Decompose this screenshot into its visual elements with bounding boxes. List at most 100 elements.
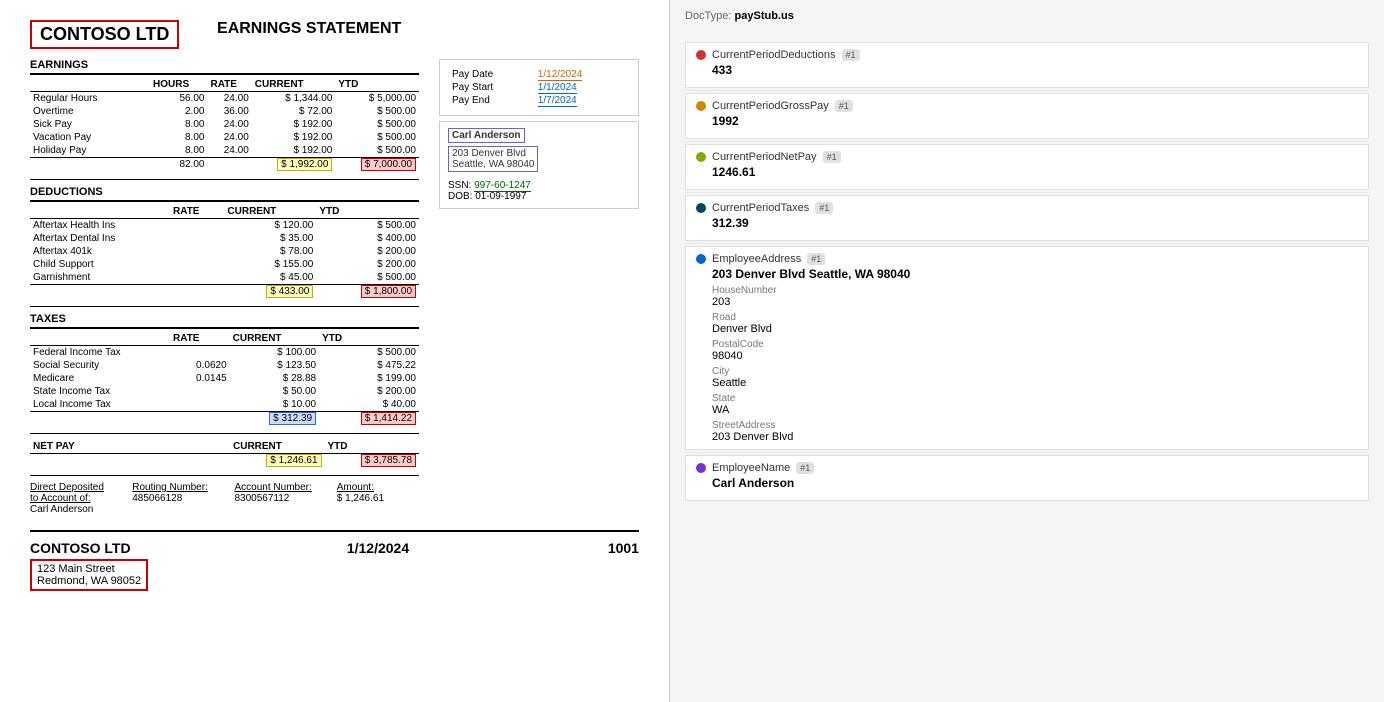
dd-label: Direct Deposited to Account of:	[30, 482, 112, 504]
bottom-street: 123 Main Street	[37, 563, 141, 575]
table-row: Holiday Pay 8.00 24.00 $ 192.00 $ 500.00	[30, 144, 419, 158]
deductions-table: RATE CURRENT YTD Aftertax Health Ins $ 1…	[30, 205, 419, 298]
table-row: Vacation Pay 8.00 24.00 $ 192.00 $ 500.0…	[30, 131, 419, 144]
pay-date-value: 1/12/2024	[538, 69, 583, 81]
field-value-employee-name: Carl Anderson	[696, 476, 1358, 490]
table-row: Aftertax Dental Ins $ 35.00 $ 400.00	[30, 232, 419, 245]
sub-field-street-address: StreetAddress 203 Denver Blvd	[696, 420, 1358, 443]
table-row: Garnishment $ 45.00 $ 500.00	[30, 271, 419, 285]
employee-name: Carl Anderson	[448, 128, 525, 143]
table-row: Aftertax 401k $ 78.00 $ 200.00	[30, 245, 419, 258]
field-dot-taxes	[696, 203, 706, 213]
table-row: Social Security 0.0620 $ 123.50 $ 475.22	[30, 359, 419, 372]
earnings-title: EARNINGS STATEMENT	[179, 20, 439, 38]
bottom-company-name: CONTOSO LTD	[30, 540, 148, 556]
direct-deposit-section: Direct Deposited to Account of: Carl And…	[30, 475, 419, 515]
field-dot-gross-pay	[696, 101, 706, 111]
field-badge-address: #1	[807, 253, 825, 265]
pay-date-label: Pay Date	[450, 68, 536, 81]
pay-end-value: 1/7/2024	[538, 95, 577, 107]
table-row: Child Support $ 155.00 $ 200.00	[30, 258, 419, 271]
employee-address: 203 Denver BlvdSeattle, WA 98040	[448, 146, 538, 172]
field-label-taxes: CurrentPeriodTaxes	[712, 202, 809, 214]
taxes-total-row: $ 312.39 $ 1,414.22	[30, 412, 419, 426]
field-dot-deductions	[696, 50, 706, 60]
table-row: Sick Pay 8.00 24.00 $ 192.00 $ 500.00	[30, 118, 419, 131]
net-pay-ytd: $ 3,785.78	[361, 454, 416, 467]
dd-name: Carl Anderson	[30, 504, 112, 515]
table-row: Overtime 2.00 36.00 $ 72.00 $ 500.00	[30, 105, 419, 118]
field-label-deductions: CurrentPeriodDeductions	[712, 49, 836, 61]
routing-value: 485066128	[132, 493, 214, 504]
earnings-col-current: CURRENT	[252, 78, 336, 92]
doctype-line: DocType: payStub.us	[685, 10, 1369, 30]
net-pay-header: NET PAY	[30, 440, 230, 454]
field-dot-employee-name	[696, 463, 706, 473]
ssn-label: SSN:	[448, 180, 474, 191]
doctype-label: DocType:	[685, 10, 735, 22]
field-current-period-deductions[interactable]: CurrentPeriodDeductions #1 433	[685, 42, 1369, 88]
doctype-value: payStub.us	[735, 10, 794, 22]
pay-start-label: Pay Start	[450, 81, 536, 94]
pay-info-box: Pay Date 1/12/2024 Pay Start 1/1/2024 Pa…	[439, 59, 639, 116]
field-current-period-gross-pay[interactable]: CurrentPeriodGrossPay #1 1992	[685, 93, 1369, 139]
amount-value: $ 1,246.61	[337, 493, 419, 504]
field-label-net-pay: CurrentPeriodNetPay	[712, 151, 817, 163]
account-value: 8300567112	[235, 493, 317, 504]
pay-end-label: Pay End	[450, 94, 536, 107]
document-viewer: CONTOSO LTD EARNINGS STATEMENT EARNINGS …	[0, 0, 670, 702]
field-employee-address[interactable]: EmployeeAddress #1 203 Denver Blvd Seatt…	[685, 246, 1369, 450]
table-row: Medicare 0.0145 $ 28.88 $ 199.00	[30, 372, 419, 385]
field-badge-gross-pay: #1	[835, 100, 853, 112]
taxes-total-current: $ 312.39	[269, 412, 316, 425]
earnings-total-row: 82.00 $ 1,992.00 $ 7,000.00	[30, 158, 419, 172]
net-pay-current: $ 1,246.61	[266, 454, 321, 467]
field-label-gross-pay: CurrentPeriodGrossPay	[712, 100, 829, 112]
sub-field-city: City Seattle	[696, 366, 1358, 389]
field-badge-employee-name: #1	[796, 462, 814, 474]
taxes-section-header: TAXES	[30, 313, 419, 329]
company-name-box: CONTOSO LTD	[30, 20, 179, 49]
earnings-col-hours: HOURS	[150, 78, 207, 92]
field-label-employee-name: EmployeeName	[712, 462, 790, 474]
field-dot-net-pay	[696, 152, 706, 162]
routing-label: Routing Number:	[132, 482, 214, 493]
earnings-col-ytd: YTD	[335, 78, 419, 92]
field-value-gross-pay: 1992	[696, 114, 1358, 128]
sub-field-state: State WA	[696, 393, 1358, 416]
earnings-col-rate: RATE	[207, 78, 251, 92]
table-row: Local Income Tax $ 10.00 $ 40.00	[30, 398, 419, 412]
earnings-section-header: EARNINGS	[30, 59, 419, 75]
bottom-date: 1/12/2024	[347, 540, 409, 556]
dob-label: DOB: 01-09-1997	[448, 191, 526, 202]
deductions-section-header: DEDUCTIONS	[30, 186, 419, 202]
field-employee-name[interactable]: EmployeeName #1 Carl Anderson	[685, 455, 1369, 501]
bottom-address-box: 123 Main Street Redmond, WA 98052	[30, 559, 148, 591]
field-value-deductions: 433	[696, 63, 1358, 77]
net-pay-table: NET PAY CURRENT YTD $ 1,246.61 $ 3,785.7…	[30, 440, 419, 467]
bottom-section: CONTOSO LTD 123 Main Street Redmond, WA …	[30, 530, 639, 591]
field-current-period-net-pay[interactable]: CurrentPeriodNetPay #1 1246.61	[685, 144, 1369, 190]
pay-start-value: 1/1/2024	[538, 82, 577, 94]
bottom-check-number: 1001	[608, 540, 639, 556]
field-value-address: 203 Denver Blvd Seattle, WA 98040	[696, 267, 1358, 281]
deductions-total-current: $ 433.00	[266, 285, 313, 298]
field-dot-address	[696, 254, 706, 264]
deductions-total-ytd: $ 1,800.00	[361, 285, 416, 298]
table-row: Aftertax Health Ins $ 120.00 $ 500.00	[30, 219, 419, 233]
deductions-total-row: $ 433.00 $ 1,800.00	[30, 285, 419, 299]
taxes-total-ytd: $ 1,414.22	[361, 412, 416, 425]
field-badge-taxes: #1	[815, 202, 833, 214]
sub-field-postal-code: PostalCode 98040	[696, 339, 1358, 362]
field-panel: DocType: payStub.us CurrentPeriodDeducti…	[670, 0, 1384, 702]
sub-field-house-number: HouseNumber 203	[696, 285, 1358, 308]
field-current-period-taxes[interactable]: CurrentPeriodTaxes #1 312.39	[685, 195, 1369, 241]
company-name: CONTOSO LTD	[40, 24, 169, 44]
table-row: State Income Tax $ 50.00 $ 200.00	[30, 385, 419, 398]
account-label: Account Number:	[235, 482, 317, 493]
bottom-city-state: Redmond, WA 98052	[37, 575, 141, 587]
earnings-total-current: $ 1,992.00	[277, 158, 332, 171]
field-label-address: EmployeeAddress	[712, 253, 801, 265]
earnings-total-ytd: $ 7,000.00	[361, 158, 416, 171]
table-row: Federal Income Tax $ 100.00 $ 500.00	[30, 346, 419, 360]
